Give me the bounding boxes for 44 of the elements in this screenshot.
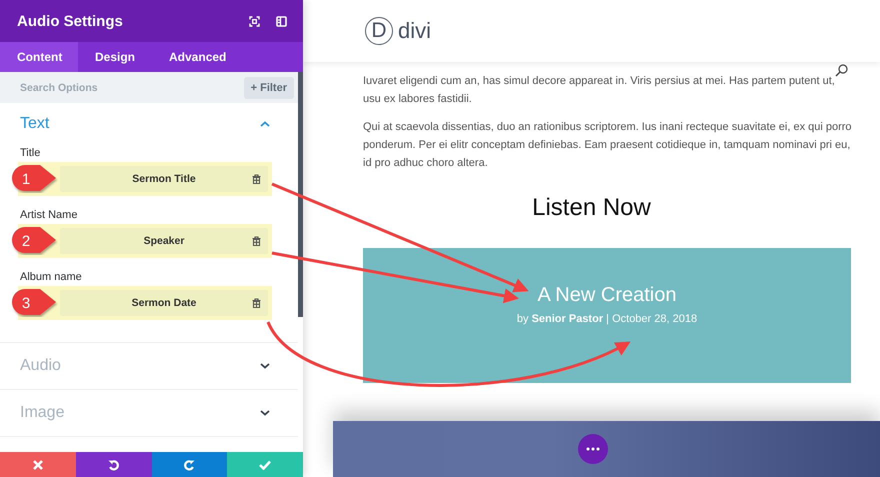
step-marker: 3 (10, 287, 58, 317)
chevron-down-icon (260, 410, 270, 416)
filter-button[interactable]: + Filter (244, 76, 294, 98)
sidebar-icon[interactable] (276, 16, 287, 26)
field-label: Album name (19, 271, 83, 283)
section-heading: Listen Now (531, 194, 652, 222)
step-marker: 2 (10, 225, 58, 255)
text-field[interactable]: Sermon Date (60, 290, 268, 316)
section-title: Text (20, 115, 50, 133)
undo-icon (108, 458, 120, 470)
field-label: Artist Name (19, 209, 78, 221)
text-field[interactable]: Speaker (60, 228, 268, 254)
trash-icon[interactable] (252, 236, 261, 246)
text-field[interactable]: Sermon Title (60, 166, 268, 192)
undo-button[interactable] (76, 452, 152, 477)
scrollbar[interactable] (298, 72, 303, 317)
trash-icon[interactable] (252, 174, 261, 184)
search-field[interactable]: Search Options + Filter (0, 72, 298, 103)
audio-meta: by Senior Pastor | October 28, 2018 (516, 313, 698, 325)
more-button[interactable] (578, 434, 608, 464)
tab[interactable]: Design (78, 42, 152, 72)
close-icon (32, 460, 43, 470)
more-icon (586, 447, 600, 451)
discard-button[interactable] (0, 452, 76, 477)
section-title: Audio (20, 357, 61, 375)
tab[interactable]: Advanced (152, 42, 244, 72)
field-label: Title (19, 147, 42, 159)
panel-title: Audio Settings (17, 12, 124, 30)
logo-text[interactable]: divi (398, 18, 432, 44)
section-title: Image (20, 404, 64, 422)
chevron-up-icon (260, 121, 270, 127)
tab[interactable]: Content (0, 42, 78, 72)
search-icon[interactable] (835, 64, 848, 77)
check-icon (259, 460, 272, 470)
logo-mark[interactable]: D (365, 17, 393, 45)
audio-title: A New Creation (538, 284, 676, 307)
body-paragraph: Iuvaret eligendi cum an, has simul decore appareat in. Viris persius at mei. Has partem putent ut, usu ex labores fastidii. (363, 74, 836, 107)
chevron-down-icon (260, 363, 270, 369)
redo-button[interactable] (152, 452, 228, 477)
redo-icon (183, 458, 196, 470)
fullscreen-icon[interactable] (249, 16, 260, 26)
step-marker: 1 (10, 163, 58, 193)
trash-icon[interactable] (252, 298, 261, 308)
body-paragraph: Qui at scaevola dissentias, duo an rationibus scriptorem. Ius inani recteque suavitate ei, ex qui porro ponderum. Per ei elitr conceptam definiebas. Eam praesent cotidieque in, tamquam nominavi pri eu, id pro adhuc choro altera. (363, 120, 852, 171)
